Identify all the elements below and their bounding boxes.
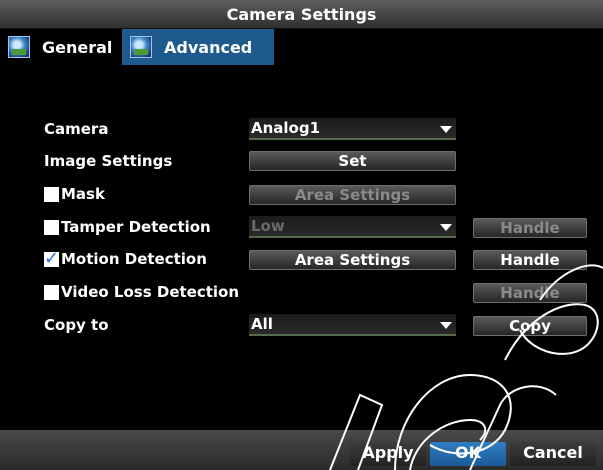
video-loss-checkbox[interactable]: [44, 284, 59, 300]
copy-to-select[interactable]: All: [249, 314, 456, 336]
camera-select-value: Analog1: [251, 119, 321, 137]
chevron-down-icon: [440, 224, 452, 231]
motion-area-settings-button[interactable]: Area Settings: [249, 250, 456, 270]
tamper-detection-label: Tamper Detection: [61, 218, 211, 236]
tamper-handle-button[interactable]: Handle: [473, 218, 587, 238]
title-bar: Camera Settings: [0, 0, 603, 29]
video-loss-label: Video Loss Detection: [61, 283, 240, 301]
mask-area-settings-button[interactable]: Area Settings: [249, 185, 456, 205]
copy-to-label: Copy to: [44, 316, 109, 334]
tab-general-label: General: [42, 37, 113, 57]
tamper-sensitivity-select[interactable]: Low: [249, 216, 456, 238]
chevron-down-icon: [440, 126, 452, 133]
camera-label: Camera: [44, 120, 109, 138]
image-settings-label: Image Settings: [44, 152, 173, 170]
copy-to-value: All: [251, 315, 273, 333]
footer-bar: Apply OK Cancel: [0, 430, 603, 470]
tamper-detection-row: Tamper Detection: [44, 218, 211, 236]
camera-select[interactable]: Analog1: [249, 118, 456, 140]
advanced-settings-panel: Camera Analog1 Image Settings Set Mask A…: [0, 65, 603, 430]
video-loss-detection-row: Video Loss Detection: [44, 283, 239, 301]
tab-bar: General Advanced: [0, 29, 603, 65]
cancel-button[interactable]: Cancel: [510, 442, 596, 466]
mask-row: Mask: [44, 185, 105, 203]
window-title: Camera Settings: [226, 5, 377, 24]
mask-checkbox[interactable]: [44, 186, 59, 202]
ok-button[interactable]: OK: [430, 442, 506, 466]
motion-handle-button[interactable]: Handle: [473, 250, 587, 270]
image-settings-set-button[interactable]: Set: [249, 151, 456, 171]
tab-general[interactable]: General: [0, 29, 122, 65]
motion-detection-checkbox[interactable]: [44, 248, 59, 269]
mask-label: Mask: [61, 185, 105, 203]
tab-advanced[interactable]: Advanced: [122, 29, 274, 65]
camera-settings-icon: [130, 36, 152, 58]
chevron-down-icon: [440, 322, 452, 329]
apply-button[interactable]: Apply: [350, 442, 426, 466]
copy-button[interactable]: Copy: [473, 316, 587, 336]
tamper-sensitivity-value: Low: [251, 217, 285, 235]
video-loss-handle-button[interactable]: Handle: [473, 283, 587, 303]
camera-settings-icon: [8, 36, 30, 58]
tab-advanced-label: Advanced: [164, 37, 253, 57]
motion-detection-row: Motion Detection: [44, 248, 207, 269]
motion-detection-label: Motion Detection: [61, 250, 207, 268]
tamper-detection-checkbox[interactable]: [44, 219, 59, 235]
